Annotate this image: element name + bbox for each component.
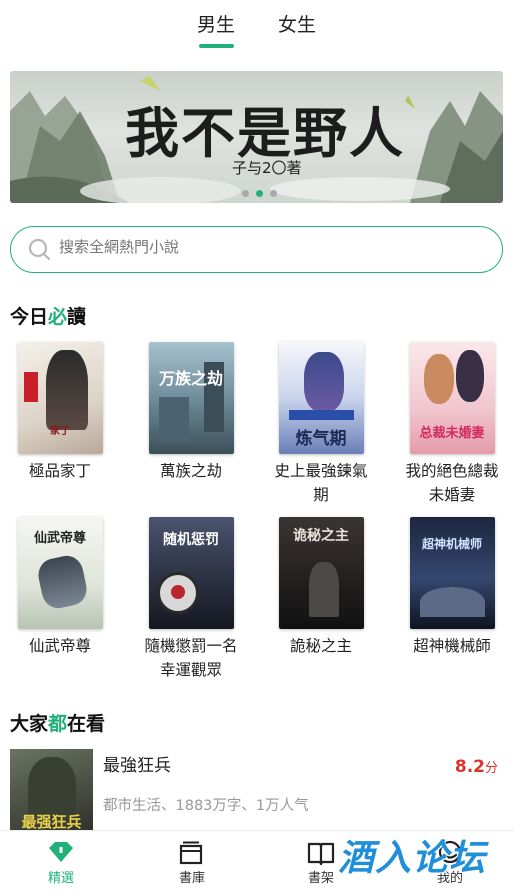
search-bar[interactable] bbox=[10, 226, 503, 273]
section-title-highlight: 都 bbox=[48, 713, 68, 735]
book-cover: 家丁 bbox=[17, 342, 103, 454]
active-tab-indicator bbox=[199, 44, 234, 48]
cover-title: 最强狂兵 bbox=[21, 813, 82, 831]
section-title-prefix: 今日 bbox=[10, 306, 49, 328]
nav-label: 精選 bbox=[47, 871, 74, 886]
book-cover: 总裁未婚妻 bbox=[409, 342, 495, 454]
cover-title: 仙武帝尊 bbox=[33, 531, 86, 546]
nav-label: 書庫 bbox=[178, 871, 205, 886]
tab-male[interactable]: 男生 bbox=[186, 10, 246, 37]
book-score: 8.2分 bbox=[455, 757, 498, 777]
banner-pager bbox=[242, 190, 277, 197]
section-title-today: 今日必讀 bbox=[10, 302, 86, 329]
watermark-logo: 酒入论坛 bbox=[338, 838, 487, 879]
section-title-popular: 大家都在看 bbox=[10, 709, 105, 736]
book-card[interactable]: 总裁未婚妻 我的絕色總裁未婚妻 bbox=[397, 342, 507, 507]
book-card[interactable]: 诡秘之主 詭秘之主 bbox=[266, 517, 376, 658]
cover-title: 随机惩罚 bbox=[163, 532, 219, 548]
book-title: 最強狂兵 bbox=[103, 756, 171, 776]
book-card[interactable]: 超神机械师 超神機械師 bbox=[397, 517, 507, 658]
book-cover: 超神机械师 bbox=[409, 517, 495, 629]
book-card[interactable]: 随机惩罚 隨機懲罰一名幸運觀眾 bbox=[136, 517, 246, 682]
cover-title: 炼气期 bbox=[295, 429, 347, 449]
section-title-suffix: 讀 bbox=[67, 306, 87, 328]
book-meta: 都市生活、1883万字、1万人气 bbox=[103, 798, 309, 814]
book-card[interactable]: 家丁 極品家丁 bbox=[5, 342, 115, 483]
book-cover: 万族之劫 bbox=[148, 342, 234, 454]
book-title: 萬族之劫 bbox=[159, 462, 222, 480]
book-title: 隨機懲罰一名幸運觀眾 bbox=[144, 637, 238, 679]
book-title: 史上最強鍊氣期 bbox=[274, 462, 368, 504]
score-unit: 分 bbox=[484, 761, 498, 776]
book-cover: 炼气期 bbox=[278, 342, 364, 454]
pager-dot[interactable] bbox=[270, 190, 277, 197]
search-input[interactable] bbox=[59, 238, 479, 256]
book-card[interactable]: 仙武帝尊 仙武帝尊 bbox=[5, 517, 115, 658]
section-title-prefix: 大家 bbox=[10, 713, 49, 735]
book-title: 詭秘之主 bbox=[289, 637, 352, 655]
score-value: 8.2 bbox=[454, 757, 485, 777]
book-cover: 诡秘之主 bbox=[278, 517, 364, 629]
book-title: 仙武帝尊 bbox=[28, 637, 91, 655]
section-title-suffix: 在看 bbox=[67, 713, 106, 735]
search-icon bbox=[28, 238, 51, 261]
banner-author: 子与2〇著 bbox=[232, 159, 302, 177]
book-title: 極品家丁 bbox=[28, 462, 91, 480]
bookshelf-icon bbox=[307, 842, 335, 866]
cover-title: 万族之劫 bbox=[158, 369, 223, 388]
gender-tabs: 男生 女生 bbox=[0, 0, 514, 56]
book-cover: 仙武帝尊 bbox=[17, 517, 103, 629]
pager-dot[interactable] bbox=[242, 190, 249, 197]
section-title-highlight: 必 bbox=[48, 306, 68, 328]
book-title: 超神機械師 bbox=[413, 637, 491, 655]
book-list-item[interactable]: 最强狂兵 最強狂兵 都市生活、1883万字、1万人气 8.2分 bbox=[10, 749, 504, 839]
book-title: 我的絕色總裁未婚妻 bbox=[405, 462, 499, 504]
promo-banner[interactable]: 我不是野人 子与2〇著 bbox=[10, 71, 503, 203]
cover-title: 诡秘之主 bbox=[293, 528, 349, 544]
diamond-icon bbox=[49, 842, 73, 862]
nav-library[interactable]: 書庫 bbox=[128, 831, 256, 892]
tab-female[interactable]: 女生 bbox=[267, 10, 327, 37]
book-cover: 最强狂兵 bbox=[10, 749, 93, 839]
cover-title: 家丁 bbox=[50, 426, 70, 437]
cover-title: 总裁未婚妻 bbox=[419, 426, 485, 441]
book-card[interactable]: 万族之劫 萬族之劫 bbox=[136, 342, 246, 483]
book-card[interactable]: 炼气期 史上最強鍊氣期 bbox=[266, 342, 376, 507]
cover-title: 超神机械师 bbox=[421, 537, 482, 551]
nav-featured[interactable]: 精選 bbox=[0, 831, 125, 892]
book-cover: 随机惩罚 bbox=[148, 517, 234, 629]
library-icon bbox=[179, 841, 203, 865]
pager-dot-active[interactable] bbox=[256, 190, 263, 197]
